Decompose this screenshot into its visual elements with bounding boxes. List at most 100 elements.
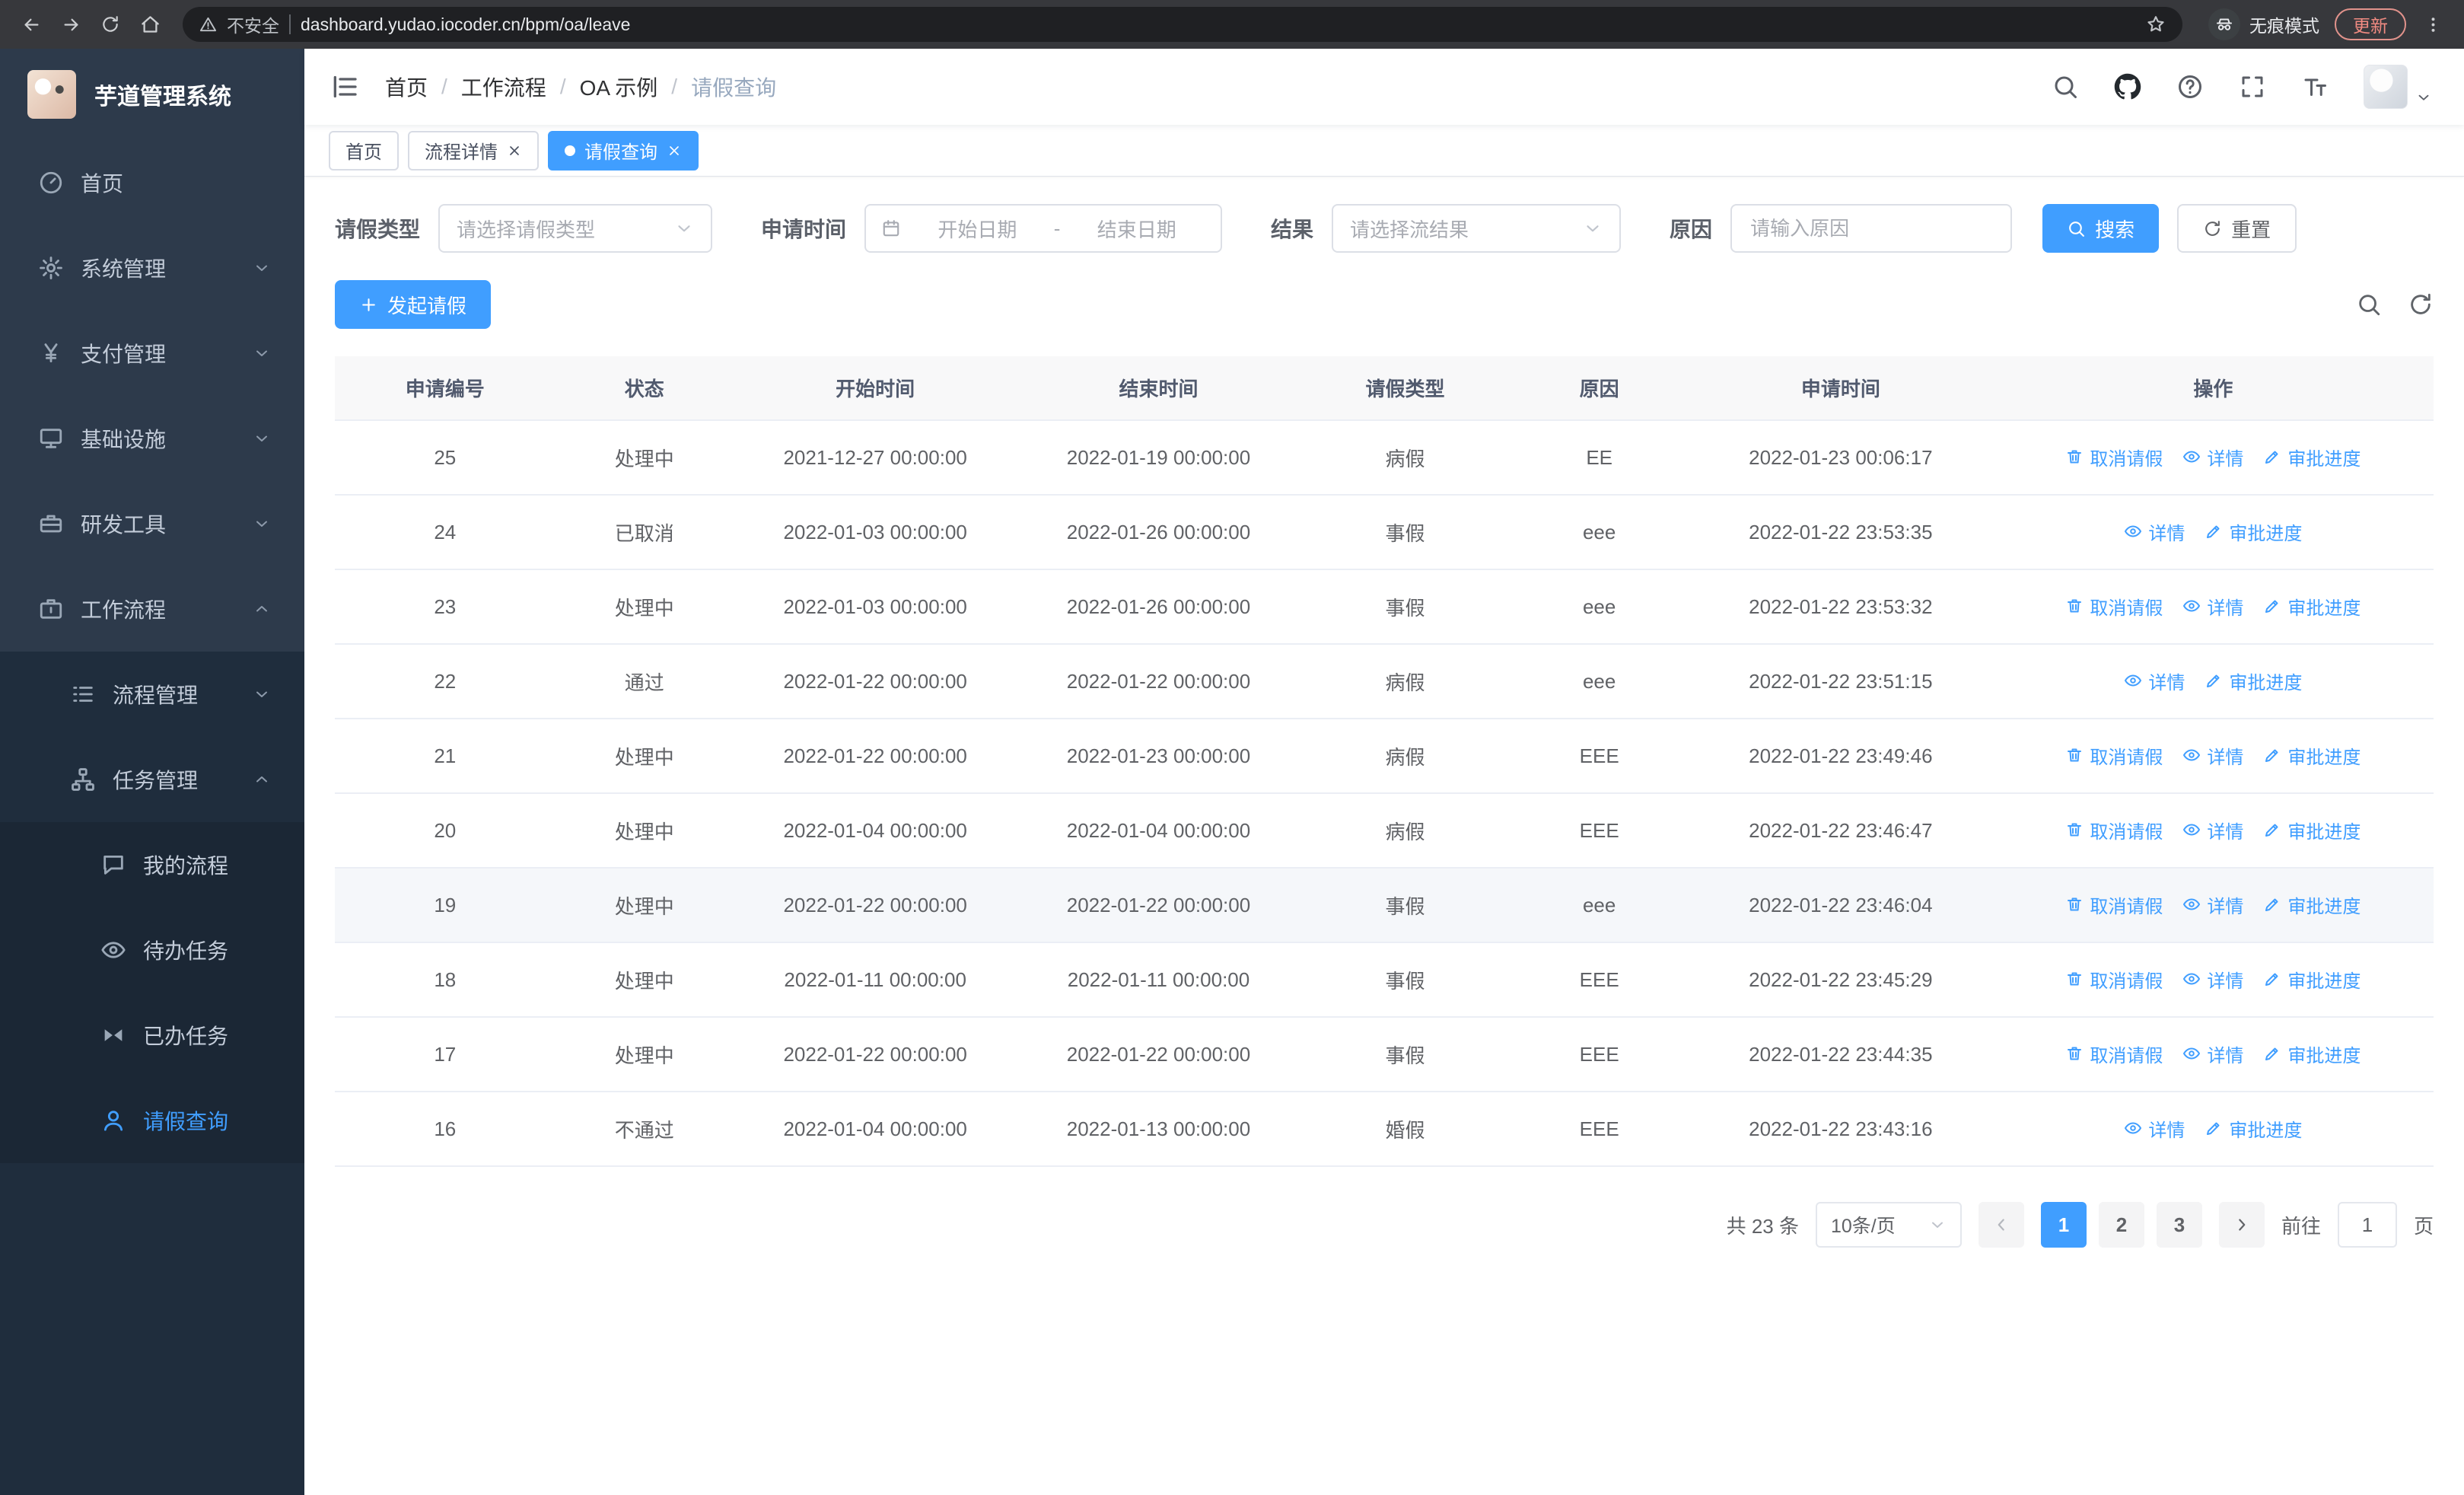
progress-link[interactable]: 审批进度 [2205,1115,2302,1142]
page-1-button[interactable]: 1 [2040,1202,2087,1248]
browser-home-button[interactable] [132,7,167,42]
breadcrumb-item[interactable]: OA 示例 [580,72,658,102]
end-date-placeholder: 结束日期 [1097,218,1176,241]
apply-time-range-picker[interactable]: 开始日期 - 结束日期 [864,204,1223,253]
chevron-down-icon [1928,1216,1947,1234]
leave-type-select[interactable]: 请选择请假类型 [438,204,713,253]
cell-actions: 详情 审批进度 [1992,495,2434,570]
reset-button-label: 重置 [2231,218,2271,241]
cancel-link[interactable]: 取消请假 [2065,817,2163,843]
search-button[interactable]: 搜索 [2042,204,2160,253]
fullscreen-icon[interactable] [2239,73,2266,100]
help-icon[interactable] [2176,73,2204,100]
omnibox-divider [289,14,291,34]
sidebar-item-label: 请假查询 [143,1110,229,1133]
detail-link[interactable]: 详情 [2182,1041,2243,1067]
cancel-link[interactable]: 取消请假 [2065,966,2163,993]
reason-input[interactable] [1730,204,2013,253]
progress-link[interactable]: 审批进度 [2263,742,2361,769]
sidebar-item-infrastructure[interactable]: 基础设施 [0,396,304,481]
bowtie-icon [100,1022,126,1048]
browser-back-button[interactable] [14,7,49,42]
browser-forward-button[interactable] [53,7,88,42]
reset-button[interactable]: 重置 [2177,204,2297,253]
breadcrumb-item[interactable]: 首页 [385,72,428,102]
sidebar-item-home[interactable]: 首页 [0,140,304,225]
sidebar-item-my-process[interactable]: 我的流程 [0,822,304,907]
cell-actions: 取消请假 详情 审批进度 [1992,719,2434,794]
browser-reload-button[interactable] [93,7,128,42]
navbar: 首页 / 工作流程 / OA 示例 / 请假查询 [304,49,2464,125]
search-icon[interactable] [2052,73,2079,100]
detail-link[interactable]: 详情 [2124,668,2185,694]
progress-link[interactable]: 审批进度 [2263,817,2361,843]
detail-link[interactable]: 详情 [2182,966,2243,993]
cancel-link[interactable]: 取消请假 [2065,444,2163,470]
next-page-button[interactable] [2218,1202,2265,1248]
page-3-button[interactable]: 3 [2156,1202,2202,1248]
sidebar-item-workflow[interactable]: 工作流程 [0,566,304,652]
chevron-up-icon [253,600,271,618]
sidebar-item-label: 系统管理 [81,257,167,281]
tab-close-icon[interactable] [507,143,522,158]
page-2-button[interactable]: 2 [2098,1202,2144,1248]
tab-close-icon[interactable] [667,143,682,158]
progress-link[interactable]: 审批进度 [2205,668,2302,694]
sidebar-item-system-management[interactable]: 系统管理 [0,225,304,311]
table-row: 21 处理中 2022-01-22 00:00:00 2022-01-23 00:00… [335,719,2434,794]
sidebar-item-task-management[interactable]: 任务管理 [0,737,304,822]
toggle-search-icon[interactable] [2356,292,2382,317]
browser-menu-button[interactable] [2415,7,2450,42]
address-bar[interactable]: 不安全 dashboard.yudao.iocoder.cn/bpm/oa/le… [183,7,2182,42]
prev-page-button[interactable] [1978,1202,2024,1248]
table-row: 20 处理中 2022-01-04 00:00:00 2022-01-04 00:00… [335,793,2434,869]
cell-type: 病假 [1300,420,1511,496]
sidebar-item-payment-management[interactable]: 支付管理 [0,311,304,396]
view-tab[interactable]: 流程详情 [408,130,539,171]
table-row: 23 处理中 2022-01-03 00:00:00 2022-01-26 00:00… [335,569,2434,645]
progress-link[interactable]: 审批进度 [2263,966,2361,993]
goto-page-input[interactable] [2337,1202,2397,1248]
result-select[interactable]: 请选择流结果 [1332,204,1622,253]
detail-link[interactable]: 详情 [2124,1115,2185,1142]
update-button[interactable]: 更新 [2335,8,2406,40]
progress-link[interactable]: 审批进度 [2205,518,2302,545]
home-icon [140,14,161,35]
cell-start: 2022-01-04 00:00:00 [734,793,1017,869]
col-status: 状态 [555,356,734,421]
breadcrumb-item[interactable]: 工作流程 [461,72,546,102]
cancel-link[interactable]: 取消请假 [2065,593,2163,620]
progress-link[interactable]: 审批进度 [2263,444,2361,470]
font-size-icon[interactable] [2301,73,2329,100]
detail-link[interactable]: 详情 [2182,817,2243,843]
view-tab[interactable]: 请假查询 [548,130,699,171]
cancel-link[interactable]: 取消请假 [2065,1041,2163,1067]
cell-applied: 2022-01-22 23:49:46 [1688,719,1993,794]
cancel-link[interactable]: 取消请假 [2065,891,2163,918]
sidebar-item-dev-tools[interactable]: 研发工具 [0,481,304,566]
sidebar-item-done-tasks[interactable]: 已办任务 [0,993,304,1078]
create-leave-button[interactable]: 发起请假 [335,280,492,329]
refresh-table-icon[interactable] [2408,292,2434,317]
sidebar-item-process-management[interactable]: 流程管理 [0,652,304,737]
cancel-link[interactable]: 取消请假 [2065,742,2163,769]
cell-actions: 取消请假 详情 审批进度 [1992,793,2434,869]
bookmark-star-icon[interactable] [2146,14,2166,34]
detail-link[interactable]: 详情 [2182,444,2243,470]
progress-link[interactable]: 审批进度 [2263,891,2361,918]
detail-link[interactable]: 详情 [2182,742,2243,769]
sidebar-item-todo-tasks[interactable]: 待办任务 [0,907,304,993]
hamburger-icon[interactable] [329,72,359,102]
view-tab[interactable]: 首页 [329,130,399,171]
user-menu[interactable] [2364,65,2432,109]
page-size-select[interactable]: 10条/页 [1815,1202,1962,1248]
github-icon[interactable] [2114,73,2141,100]
detail-link[interactable]: 详情 [2182,891,2243,918]
detail-link[interactable]: 详情 [2124,518,2185,545]
cell-applied: 2022-01-22 23:53:32 [1688,569,1993,645]
sidebar-item-label: 支付管理 [81,343,167,366]
progress-link[interactable]: 审批进度 [2263,593,2361,620]
detail-link[interactable]: 详情 [2182,593,2243,620]
progress-link[interactable]: 审批进度 [2263,1041,2361,1067]
sidebar-item-leave-query[interactable]: 请假查询 [0,1078,304,1163]
